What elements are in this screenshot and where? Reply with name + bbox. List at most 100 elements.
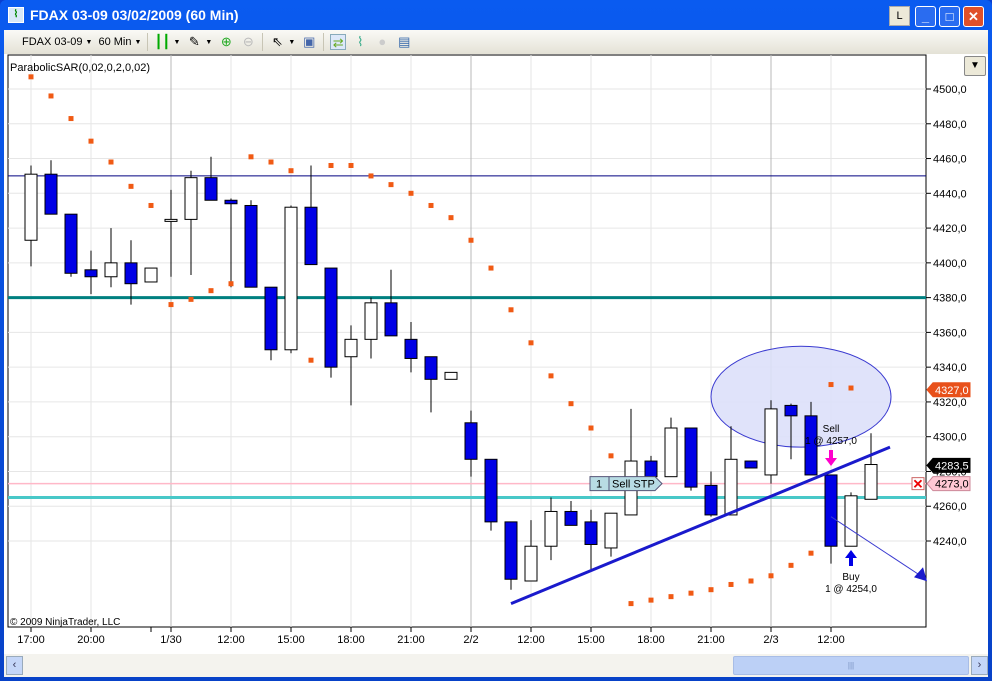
- candle-body: [524, 545, 538, 582]
- y-tick-label: 4440,0: [933, 188, 967, 200]
- candle-body: [184, 177, 198, 220]
- sell-execution-detail: 1 @ 4257,0: [805, 436, 857, 447]
- scrollbar-thumb[interactable]: |||: [733, 656, 969, 675]
- candle-body: [764, 408, 778, 476]
- candle-body: [564, 510, 578, 526]
- chart-trader-icon[interactable]: ⇄: [330, 34, 347, 50]
- chart-app-icon: ⌇: [8, 7, 24, 23]
- x-tick-label: 2/3: [763, 634, 778, 646]
- sar-dot: [668, 594, 674, 600]
- strategy-icon[interactable]: ⌇: [352, 34, 368, 50]
- minimize-button[interactable]: _: [915, 6, 936, 27]
- candle-body: [844, 495, 858, 547]
- sar-dot: [548, 373, 554, 379]
- candle-body: [644, 460, 658, 478]
- candle-body: [244, 204, 258, 288]
- x-tick-label: 18:00: [637, 634, 665, 646]
- disabled-icon[interactable]: ●: [374, 34, 390, 50]
- chart-menu-dropdown[interactable]: ▼: [964, 56, 986, 76]
- sar-dot: [708, 587, 714, 593]
- sar-dot: [268, 159, 274, 165]
- copyright-label: © 2009 NinjaTrader, LLC: [10, 617, 120, 628]
- sar-dot: [588, 425, 594, 431]
- sar-dot: [568, 401, 574, 407]
- sar-dot: [288, 168, 294, 174]
- candle-body: [384, 302, 398, 337]
- chevron-down-icon: ▼: [85, 38, 93, 46]
- candle-body: [344, 338, 358, 358]
- buy-execution-detail: 1 @ 4254,0: [825, 584, 877, 595]
- sar-dot: [728, 581, 734, 587]
- scroll-right-button[interactable]: ›: [971, 656, 988, 675]
- properties-icon[interactable]: ▤: [396, 34, 412, 50]
- candle-body: [704, 484, 718, 516]
- sar-dot: [428, 202, 434, 208]
- bar-style-button[interactable]: ┃┃ ▼: [154, 34, 181, 50]
- toolbar: FDAX 03-09 ▼ 60 Min ▼ ┃┃ ▼ ✎ ▼ ⊕ ⊖ ⇖ ▼ ▣ ⇄ ⌇ …: [4, 30, 988, 54]
- ellipse-drawing: [710, 345, 892, 448]
- sar-dot: [628, 601, 634, 607]
- link-button[interactable]: L: [889, 6, 910, 26]
- zoom-out-icon[interactable]: ⊖: [240, 34, 256, 50]
- chevron-down-icon: ▼: [288, 38, 296, 46]
- sar-dot: [768, 573, 774, 579]
- drawing-tools-button[interactable]: ✎ ▼: [186, 34, 212, 50]
- data-box-icon[interactable]: ▣: [301, 34, 317, 50]
- sar-dot: [648, 597, 654, 603]
- candle-body: [724, 458, 738, 516]
- interval-selector[interactable]: 60 Min ▼: [98, 36, 141, 48]
- horizontal-scrollbar[interactable]: ‹ ||| ›: [4, 654, 988, 677]
- candle-body: [664, 427, 678, 478]
- candle-body: [424, 356, 438, 380]
- close-button[interactable]: ✕: [963, 6, 984, 27]
- sar-dot: [748, 578, 754, 584]
- candle-body: [444, 371, 458, 380]
- candle-body: [684, 427, 698, 488]
- scroll-left-button[interactable]: ‹: [6, 656, 23, 675]
- sar-dot: [168, 302, 174, 308]
- y-tick-label: 4460,0: [933, 154, 967, 166]
- sar-dot: [488, 265, 494, 271]
- sar-dot: [348, 162, 354, 168]
- y-tick-label: 4300,0: [933, 432, 967, 444]
- close-icon: ✕: [913, 477, 924, 492]
- zoom-in-icon[interactable]: ⊕: [218, 34, 234, 50]
- chevron-down-icon: ▼: [134, 38, 142, 46]
- separator: [262, 33, 264, 51]
- candle-body: [364, 302, 378, 340]
- maximize-button[interactable]: □: [939, 6, 960, 27]
- chevron-down-icon: ▼: [173, 38, 181, 46]
- candle-body: [504, 521, 518, 580]
- price-marker-label: 4283,5: [935, 460, 969, 472]
- y-tick-label: 4420,0: [933, 223, 967, 235]
- x-tick-label: 21:00: [697, 634, 725, 646]
- separator: [323, 33, 325, 51]
- chevron-down-icon: ▼: [970, 60, 980, 71]
- x-tick-label: 20:00: [77, 634, 105, 646]
- title-bar: ⌇ FDAX 03-09 03/02/2009 (60 Min) L _ □ ✕: [0, 0, 992, 30]
- sar-dot: [448, 215, 454, 221]
- x-tick-label: 12:00: [217, 634, 245, 646]
- sar-dot: [828, 382, 834, 388]
- cursor-button[interactable]: ⇖ ▼: [269, 34, 295, 50]
- candle-body: [144, 267, 158, 283]
- candle-body: [44, 173, 58, 215]
- candle-body: [604, 512, 618, 549]
- sar-dot: [408, 190, 414, 196]
- candle-body: [124, 262, 138, 285]
- candle-body: [204, 177, 218, 201]
- price-chart[interactable]: 4500,0 4480,0 4460,0 4440,0 4420,0 4400,0 4380…: [4, 54, 988, 654]
- sar-dot: [528, 340, 534, 346]
- chart-area[interactable]: 4500,0 4480,0 4460,0 4440,0 4420,0 4400,0 4380…: [4, 54, 988, 654]
- instrument-selector[interactable]: FDAX 03-09 ▼: [22, 36, 92, 48]
- sar-dot: [108, 159, 114, 165]
- y-tick-label: 4480,0: [933, 119, 967, 131]
- x-tick-label: 17:00: [17, 634, 45, 646]
- order-type: Sell STP: [612, 479, 655, 491]
- sar-dot: [328, 162, 334, 168]
- x-tick-label: 18:00: [337, 634, 365, 646]
- y-tick-label: 4400,0: [933, 258, 967, 270]
- y-tick-label: 4240,0: [933, 536, 967, 548]
- sar-dot: [88, 138, 94, 144]
- candle-body: [784, 404, 798, 417]
